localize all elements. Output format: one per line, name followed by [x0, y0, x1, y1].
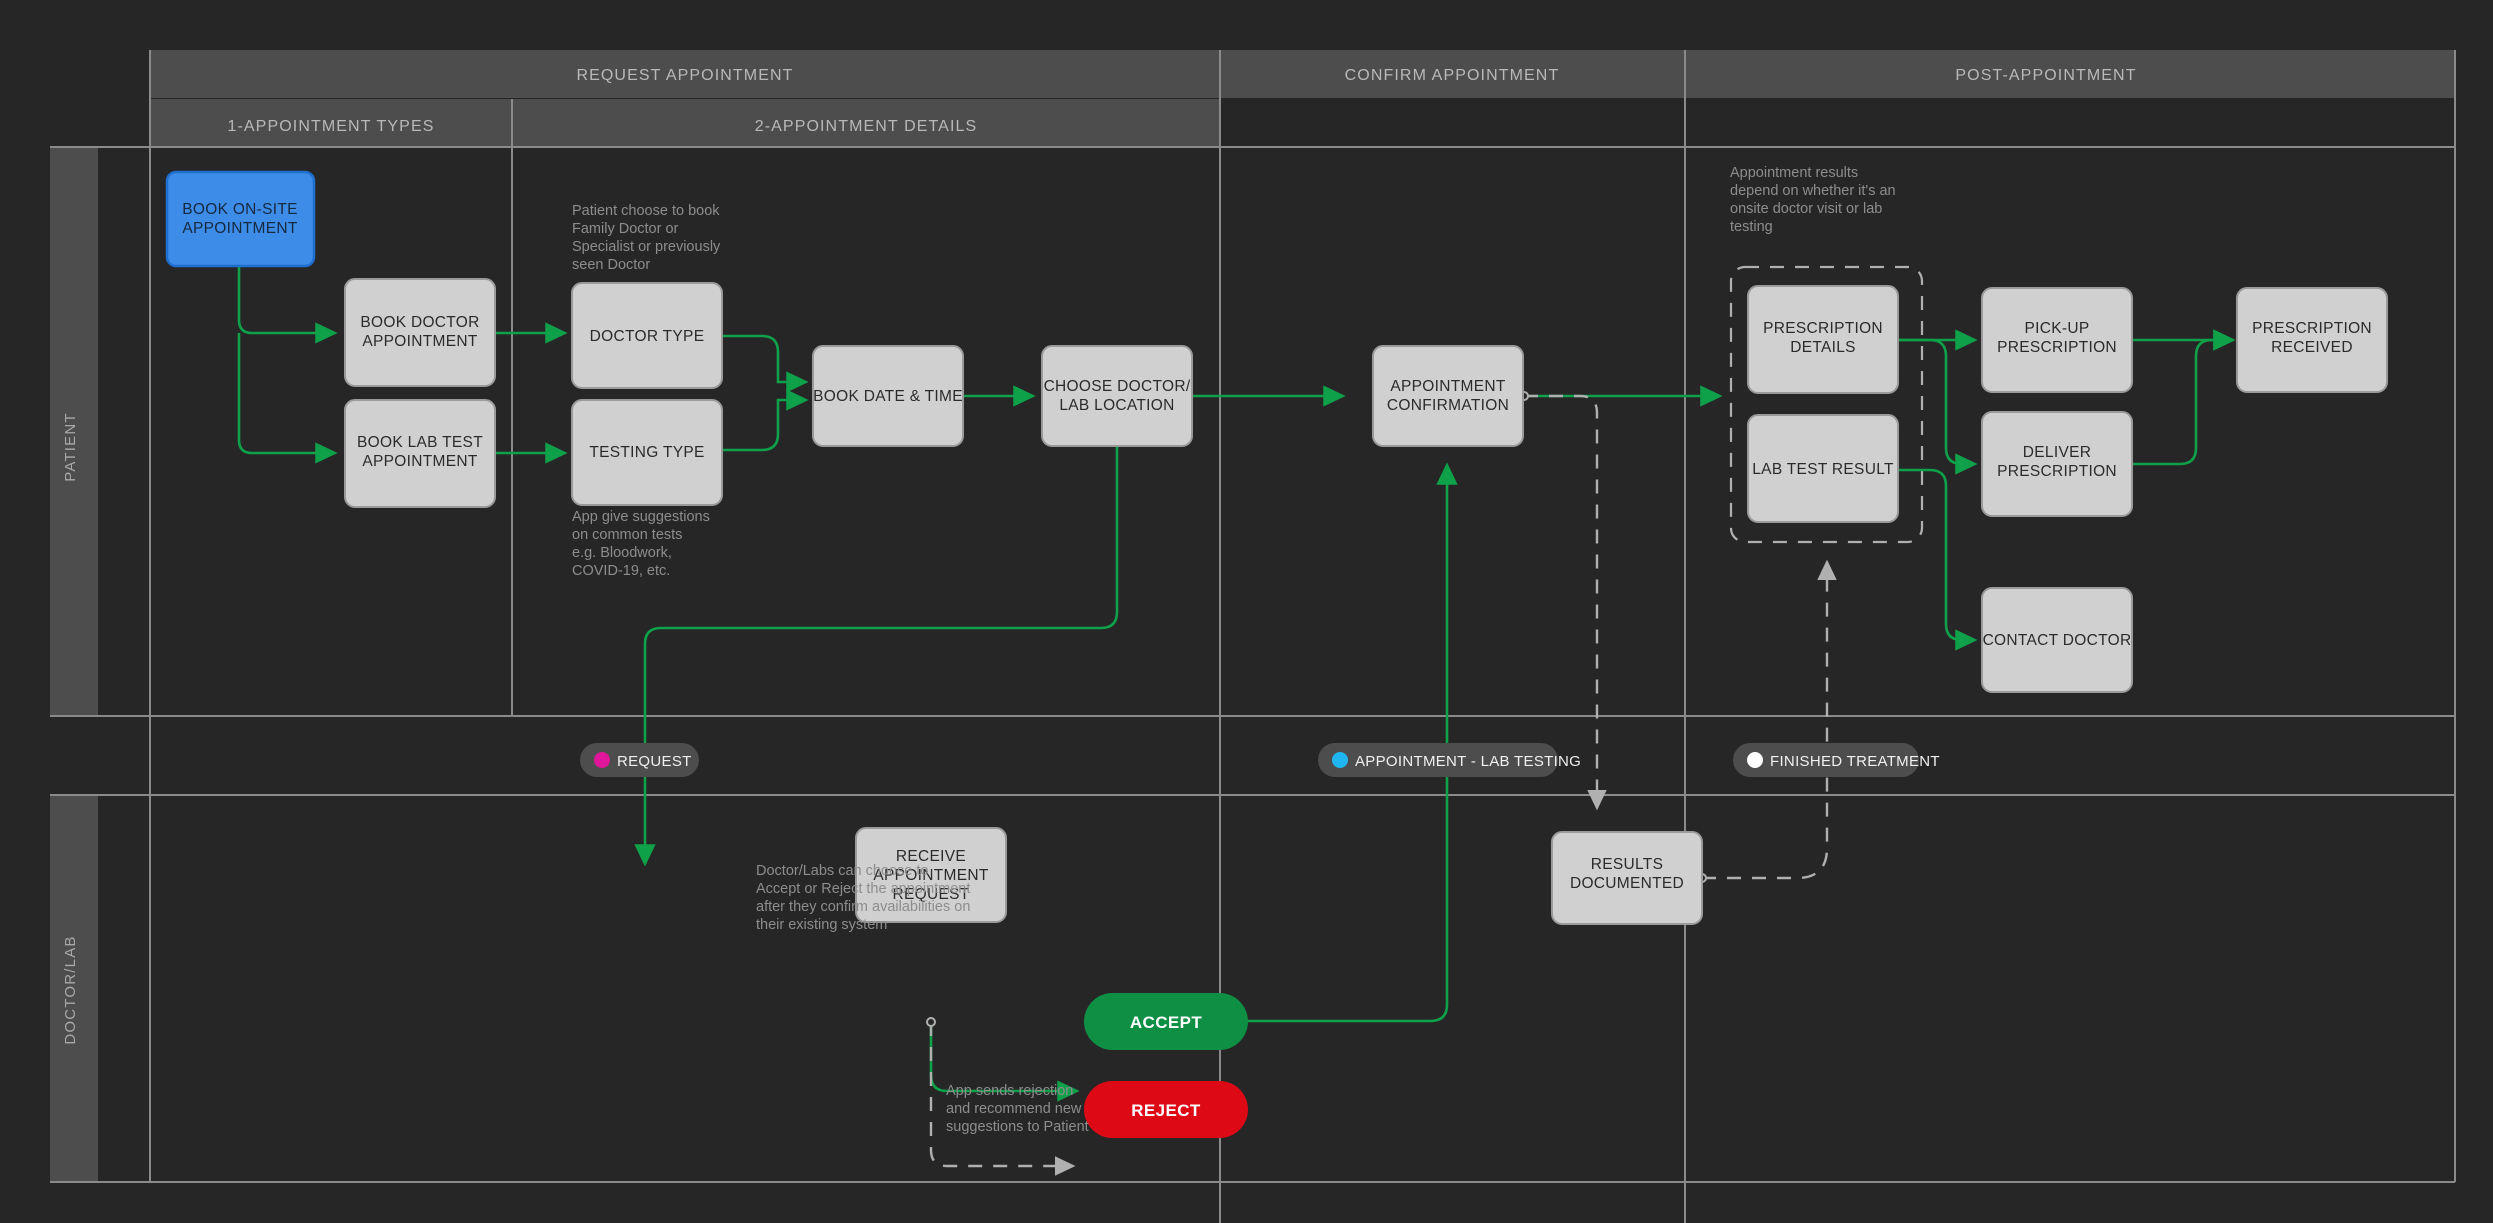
chip-finished-treatment[interactable]: FINISHED TREATMENT: [1733, 743, 1940, 777]
lane-label-patient: PATIENT: [62, 412, 79, 482]
flow-connectors-green: [239, 266, 2233, 1091]
svg-text:APPOINTMENT: APPOINTMENT: [362, 453, 477, 470]
node-prescription-received[interactable]: PRESCRIPTION RECEIVED: [2237, 288, 2387, 392]
svg-text:DETAILS: DETAILS: [1790, 339, 1856, 356]
svg-text:DOCTOR TYPE: DOCTOR TYPE: [590, 328, 705, 345]
svg-text:RESULTS: RESULTS: [1591, 856, 1663, 873]
lane-label-doctor-lab: DOCTOR/LAB: [62, 935, 79, 1044]
node-accept[interactable]: ACCEPT: [1084, 993, 1248, 1050]
chip-request[interactable]: REQUEST: [580, 743, 699, 777]
chip-label: FINISHED TREATMENT: [1770, 753, 1940, 770]
status-dot-icon: [1332, 752, 1348, 768]
node-book-date-time[interactable]: BOOK DATE & TIME: [813, 346, 963, 446]
chip-label: APPOINTMENT - LAB TESTING: [1355, 753, 1581, 770]
status-dot-icon: [1747, 752, 1763, 768]
svg-text:Accept or Reject the appointme: Accept or Reject the appointment: [756, 881, 970, 897]
node-choose-doctor-lab-location[interactable]: CHOOSE DOCTOR/ LAB LOCATION: [1042, 346, 1192, 446]
node-book-lab-test-appointment[interactable]: BOOK LAB TEST APPOINTMENT: [345, 400, 495, 507]
svg-text:Family Doctor or: Family Doctor or: [572, 221, 679, 237]
node-pick-up-prescription[interactable]: PICK-UP PRESCRIPTION: [1982, 288, 2132, 392]
svg-text:TESTING TYPE: TESTING TYPE: [589, 444, 704, 461]
node-doctor-type[interactable]: DOCTOR TYPE: [572, 283, 722, 388]
svg-text:CHOOSE DOCTOR/: CHOOSE DOCTOR/: [1044, 378, 1191, 395]
svg-text:their existing system: their existing system: [756, 917, 887, 933]
svg-text:Patient choose to book: Patient choose to book: [572, 203, 720, 219]
node-reject[interactable]: REJECT: [1084, 1081, 1248, 1138]
svg-text:LAB LOCATION: LAB LOCATION: [1059, 397, 1174, 414]
edge-onsite-to-book-lab: [239, 333, 335, 453]
svg-text:DELIVER: DELIVER: [2023, 444, 2091, 461]
svg-text:PICK-UP: PICK-UP: [2025, 320, 2090, 337]
edge-testing-type-to-date: [722, 400, 806, 450]
svg-text:BOOK LAB TEST: BOOK LAB TEST: [357, 434, 483, 451]
svg-text:testing: testing: [1730, 219, 1773, 235]
node-lab-test-result[interactable]: LAB TEST RESULT: [1748, 415, 1898, 522]
node-book-on-site-appointment[interactable]: BOOK ON-SITE APPOINTMENT: [167, 172, 314, 266]
phase-header-band: [150, 50, 2455, 147]
svg-text:Specialist or previously: Specialist or previously: [572, 239, 721, 255]
svg-text:BOOK DOCTOR: BOOK DOCTOR: [360, 314, 479, 331]
svg-text:ACCEPT: ACCEPT: [1130, 1013, 1203, 1032]
svg-text:CONTACT DOCTOR: CONTACT DOCTOR: [1983, 632, 2132, 649]
svg-text:APPOINTMENT: APPOINTMENT: [1390, 378, 1505, 395]
chip-label: REQUEST: [617, 753, 692, 770]
edge-receive-to-accept: [931, 1022, 1077, 1091]
svg-text:APPOINTMENT: APPOINTMENT: [362, 333, 477, 350]
note-testing-type: App give suggestions on common tests e.g…: [572, 509, 710, 579]
svg-text:Appointment results: Appointment results: [1730, 165, 1858, 181]
chip-appointment-lab-testing[interactable]: APPOINTMENT - LAB TESTING: [1318, 743, 1581, 777]
svg-text:PRESCRIPTION: PRESCRIPTION: [1763, 320, 1883, 337]
flowchart-canvas: REQUEST APPOINTMENT CONFIRM APPOINTMENT …: [0, 0, 2493, 1223]
phase-label-request-appointment: REQUEST APPOINTMENT: [576, 67, 793, 84]
svg-text:REJECT: REJECT: [1131, 1101, 1201, 1120]
flow-connectors-dashed: [931, 396, 1827, 1166]
node-label-line2: APPOINTMENT: [182, 220, 297, 237]
phase-label-post-appointment: POST-APPOINTMENT: [1955, 67, 2136, 84]
edge-doctor-type-to-date: [722, 336, 806, 382]
node-appointment-confirmation[interactable]: APPOINTMENT CONFIRMATION: [1373, 346, 1523, 446]
node-results-documented[interactable]: RESULTS DOCUMENTED: [1552, 832, 1702, 924]
svg-text:on common tests: on common tests: [572, 527, 682, 543]
node-testing-type[interactable]: TESTING TYPE: [572, 400, 722, 505]
svg-text:and recommend new: and recommend new: [946, 1101, 1082, 1117]
svg-text:after they confirm availabilit: after they confirm availabilities on: [756, 899, 970, 915]
svg-text:depend on whether it's an: depend on whether it's an: [1730, 183, 1896, 199]
edge-results-documented-to-lab-result: [1702, 562, 1827, 878]
node-prescription-details[interactable]: PRESCRIPTION DETAILS: [1748, 286, 1898, 393]
svg-text:LAB TEST RESULT: LAB TEST RESULT: [1752, 461, 1894, 478]
svg-text:BOOK DATE & TIME: BOOK DATE & TIME: [813, 388, 963, 405]
edge-lab-result-to-contact-doctor: [1897, 470, 1975, 640]
svg-text:PRESCRIPTION: PRESCRIPTION: [1997, 463, 2117, 480]
note-post-appointment: Appointment results depend on whether it…: [1730, 165, 1896, 235]
svg-text:App give suggestions: App give suggestions: [572, 509, 710, 525]
edge-source-dot-receive-request: [927, 1018, 935, 1026]
node-deliver-prescription[interactable]: DELIVER PRESCRIPTION: [1982, 412, 2132, 516]
note-reject: App sends rejection and recommend new su…: [946, 1083, 1089, 1135]
edge-deliver-to-received: [2130, 340, 2233, 464]
node-contact-doctor[interactable]: CONTACT DOCTOR: [1982, 588, 2132, 692]
subphase-label-appointment-details: 2-APPOINTMENT DETAILS: [755, 118, 978, 135]
svg-text:seen Doctor: seen Doctor: [572, 257, 650, 273]
edge-onsite-to-book-doctor: [239, 266, 335, 333]
edge-prescription-to-deliver: [1897, 340, 1975, 464]
subphase-label-appointment-types: 1-APPOINTMENT TYPES: [227, 118, 434, 135]
svg-text:DOCUMENTED: DOCUMENTED: [1570, 875, 1684, 892]
svg-text:PRESCRIPTION: PRESCRIPTION: [1997, 339, 2117, 356]
svg-text:RECEIVED: RECEIVED: [2271, 339, 2353, 356]
note-doctor-type: Patient choose to book Family Doctor or …: [572, 203, 721, 273]
node-book-doctor-appointment[interactable]: BOOK DOCTOR APPOINTMENT: [345, 279, 495, 386]
svg-text:COVID-19, etc.: COVID-19, etc.: [572, 563, 670, 579]
phase-label-confirm-appointment: CONFIRM APPOINTMENT: [1345, 67, 1560, 84]
svg-text:e.g. Bloodwork,: e.g. Bloodwork,: [572, 545, 672, 561]
svg-text:onsite doctor visit or lab: onsite doctor visit or lab: [1730, 201, 1882, 217]
status-dot-icon: [594, 752, 610, 768]
svg-text:suggestions to Patient: suggestions to Patient: [946, 1119, 1089, 1135]
svg-text:PRESCRIPTION: PRESCRIPTION: [2252, 320, 2372, 337]
svg-text:CONFIRMATION: CONFIRMATION: [1387, 397, 1509, 414]
svg-text:App sends rejection: App sends rejection: [946, 1083, 1073, 1099]
flowchart-svg: REQUEST APPOINTMENT CONFIRM APPOINTMENT …: [0, 0, 2493, 1223]
node-label-line1: BOOK ON-SITE: [182, 201, 298, 218]
svg-text:Doctor/Labs can choose to: Doctor/Labs can choose to: [756, 863, 929, 879]
